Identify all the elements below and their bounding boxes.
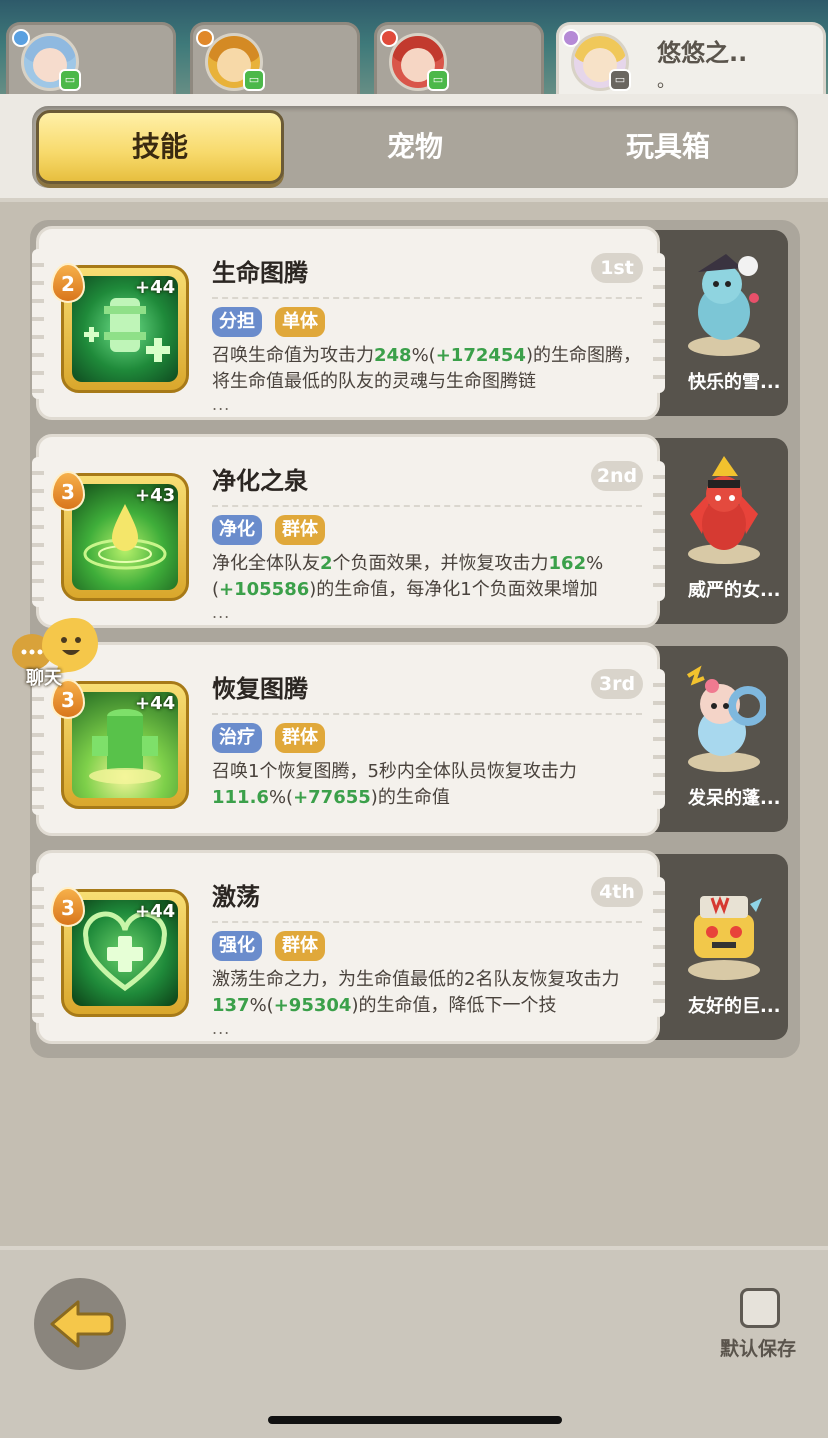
default-save-checkbox[interactable]: [740, 1288, 780, 1328]
divider: [212, 297, 642, 299]
skill-card[interactable]: 3 +44 激荡 4th 强化 群体 激荡生命之力，为生命值最低的2名队友恢复攻…: [32, 850, 665, 1044]
snow-pet-figure: [688, 254, 760, 356]
element-badge-icon: [380, 29, 398, 47]
main-panel: 技能 宠物 玩具箱 快乐的雪... 2 +44 生命图腾 1st 分担 单体 召…: [0, 94, 828, 1246]
back-arrow-icon: [50, 1300, 114, 1348]
skill-tag: 群体: [275, 931, 325, 961]
hero-tab-1[interactable]: ▭: [6, 22, 176, 96]
skill-bonus: +44: [135, 693, 176, 714]
skill-description-more: ...: [212, 395, 231, 414]
skill-tag: 强化: [212, 931, 262, 961]
chat-icon: ▭: [243, 69, 265, 91]
skill-description: 召唤生命值为攻击力248%(+172454)的生命图腾，将生命值最低的队友的灵魂…: [212, 345, 641, 392]
dragon-pet-figure: [688, 456, 760, 564]
skill-card[interactable]: 3 +44 恢复图腾 3rd 治疗 群体 召唤1个恢复图腾，5秒内全体队员恢复攻…: [32, 642, 665, 836]
divider: [212, 713, 642, 715]
skill-row[interactable]: 快乐的雪... 2 +44 生命图腾 1st 分担 单体 召唤生命值为攻击力24…: [32, 226, 788, 420]
skill-rank-badge: 3rd: [591, 669, 643, 699]
pet-panel[interactable]: 发呆的蓬...: [654, 646, 788, 832]
skill-row[interactable]: 发呆的蓬... 3 +44 恢复图腾 3rd 治疗 群体 召唤1个恢复图腾，5秒…: [32, 642, 788, 836]
hero-tab-active[interactable]: ▭ 悠悠之.. 。: [556, 22, 826, 96]
pet-panel[interactable]: 快乐的雪...: [654, 230, 788, 416]
skill-tag: 治疗: [212, 723, 262, 753]
tab-toybox[interactable]: 玩具箱: [542, 110, 794, 184]
sheep-pet-figure: [686, 665, 766, 772]
skill-description: 净化全体队友2个负面效果，并恢复攻击力162%(+105586)的生命值，每净化…: [212, 553, 604, 600]
chat-icon: ▭: [427, 69, 449, 91]
hero-tab-3[interactable]: ▭: [374, 22, 544, 96]
skill-row[interactable]: 友好的巨... 3 +44 激荡 4th 强化 群体 激荡生命之力，为生命值最低…: [32, 850, 788, 1044]
tab-bar-background: 技能 宠物 玩具箱: [0, 94, 828, 202]
hero-subtitle: 。: [657, 71, 675, 92]
skill-row[interactable]: 威严的女... 3 +43 净化之泉 2nd 净化 群体 净化全体队友2个负面效…: [32, 434, 788, 628]
skill-tag: 单体: [275, 307, 325, 337]
skill-tag: 分担: [212, 307, 262, 337]
chat-label: 聊天: [26, 668, 62, 689]
divider: [212, 921, 642, 923]
skill-description-more: ...: [212, 603, 231, 622]
skill-name: 激荡: [212, 883, 260, 911]
tab-skills[interactable]: 技能: [36, 110, 284, 184]
skill-level-badge: 3: [51, 887, 85, 927]
skill-card[interactable]: 2 +44 生命图腾 1st 分担 单体 召唤生命值为攻击力248%(+1724…: [32, 226, 665, 420]
home-indicator[interactable]: [268, 1416, 562, 1424]
footer-bar: 默认保存: [0, 1246, 828, 1438]
skill-card[interactable]: 3 +43 净化之泉 2nd 净化 群体 净化全体队友2个负面效果，并恢复攻击力…: [32, 434, 665, 628]
skill-tag: 群体: [275, 723, 325, 753]
tab-bar: 技能 宠物 玩具箱: [32, 106, 798, 188]
hero-name: 悠悠之..: [657, 39, 748, 67]
skill-level-badge: 3: [51, 471, 85, 511]
chat-button[interactable]: 聊天: [8, 616, 100, 694]
pet-name: 友好的巨...: [688, 996, 781, 1017]
element-badge-icon: [12, 29, 30, 47]
element-badge-icon: [196, 29, 214, 47]
skill-rank-badge: 1st: [591, 253, 643, 283]
divider: [212, 505, 642, 507]
pet-panel[interactable]: 友好的巨...: [654, 854, 788, 1040]
skill-rank-badge: 2nd: [591, 461, 643, 491]
skill-description: 召唤1个恢复图腾，5秒内全体队员恢复攻击力111.6%(+77655)的生命值: [212, 761, 577, 808]
skill-bonus: +44: [135, 277, 176, 298]
skill-name: 净化之泉: [212, 467, 308, 495]
skill-rank-badge: 4th: [591, 877, 643, 907]
pet-name: 威严的女...: [688, 580, 781, 601]
skill-bonus: +43: [135, 485, 176, 506]
skill-tag: 净化: [212, 515, 262, 545]
skill-name: 生命图腾: [212, 259, 308, 287]
pet-name: 快乐的雪...: [688, 372, 781, 393]
robot-pet-figure: [688, 895, 762, 980]
skill-description-more: ...: [212, 1019, 231, 1038]
tab-pets[interactable]: 宠物: [290, 110, 540, 184]
element-badge-icon: [562, 29, 580, 47]
skill-name: 恢复图腾: [212, 675, 308, 703]
skill-level-badge: 2: [51, 263, 85, 303]
default-save-label: 默认保存: [720, 1338, 797, 1360]
back-button[interactable]: [34, 1278, 126, 1370]
skill-list: 快乐的雪... 2 +44 生命图腾 1st 分担 单体 召唤生命值为攻击力24…: [30, 220, 800, 1058]
hero-tab-2[interactable]: ▭: [190, 22, 360, 96]
skill-description: 激荡生命之力，为生命值最低的2名队友恢复攻击力137%(+95304)的生命值，…: [212, 969, 620, 1016]
skill-bonus: +44: [135, 901, 176, 922]
pet-name: 发呆的蓬...: [688, 788, 781, 809]
chat-icon: ▭: [59, 69, 81, 91]
skill-tag: 群体: [275, 515, 325, 545]
chat-icon: ▭: [609, 69, 631, 91]
pet-panel[interactable]: 威严的女...: [654, 438, 788, 624]
